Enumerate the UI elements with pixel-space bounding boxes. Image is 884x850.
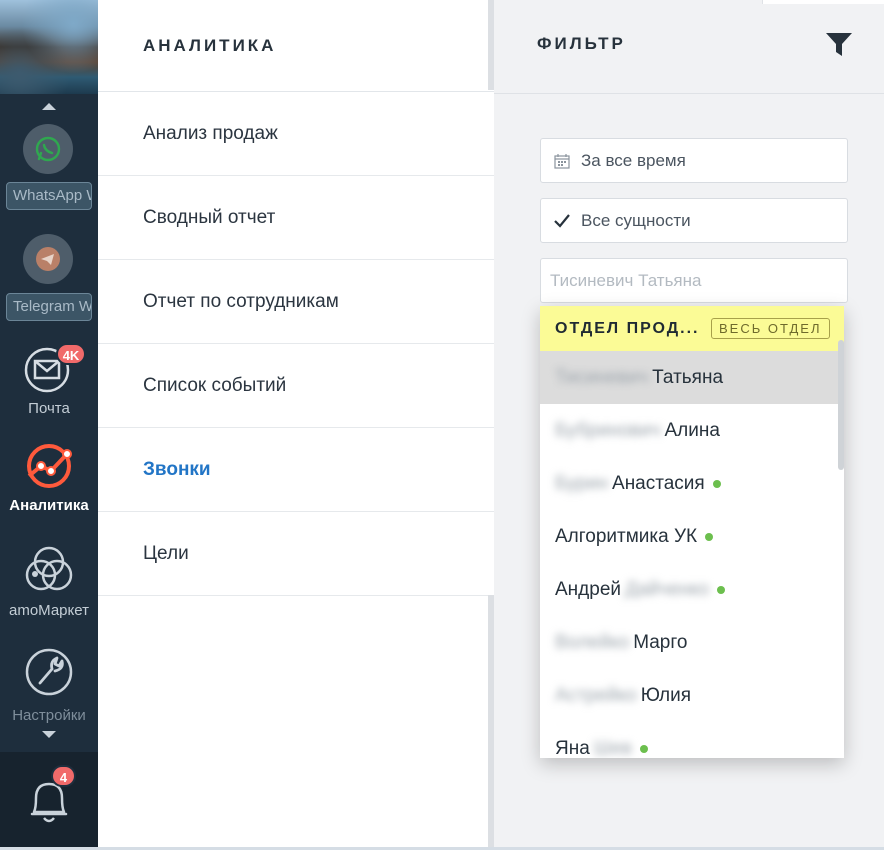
settings-icon[interactable]: [22, 645, 76, 699]
select-whole-department-button[interactable]: ВЕСЬ ОТДЕЛ: [711, 318, 830, 339]
whatsapp-widget-label[interactable]: WhatsApp W: [6, 182, 92, 210]
menu-item-events-list[interactable]: Список событий: [98, 344, 494, 428]
scroll-up-arrow-icon[interactable]: [42, 103, 56, 110]
user-last-name-blurred: Бубринович: [555, 419, 661, 441]
notifications-area[interactable]: 4: [0, 752, 98, 850]
notifications-badge: 4: [51, 765, 76, 787]
telegram-widget-label[interactable]: Telegram W: [6, 293, 92, 321]
department-name: ОТДЕЛ ПРОД...: [555, 319, 700, 337]
mail-unread-badge: 4K: [56, 343, 86, 365]
online-status-dot: [717, 585, 726, 594]
left-sidebar: WhatsApp W Telegram W 4K Почта Аналитика…: [0, 0, 98, 850]
user-name: Алгоритмика УК: [555, 525, 698, 547]
user-last-name-blurred: Дайченко: [625, 578, 710, 600]
filter-title: ФИЛЬТР: [537, 34, 626, 53]
user-name: Марго: [633, 631, 688, 653]
entities-select[interactable]: Все сущности: [540, 198, 848, 243]
nav-mail-label[interactable]: Почта: [0, 400, 98, 417]
period-select[interactable]: За все время: [540, 138, 848, 183]
menu-title: АНАЛИТИКА: [143, 35, 277, 55]
user-dropdown: ОТДЕЛ ПРОД... ВЕСЬ ОТДЕЛ Тисиневич Татья…: [540, 306, 844, 758]
menu-item-goals[interactable]: Цели: [98, 512, 494, 596]
account-cover-image[interactable]: [0, 0, 98, 94]
user-last-name-blurred: Астрейко: [555, 684, 637, 706]
nav-settings-label[interactable]: Настройки: [0, 707, 98, 724]
user-search-field[interactable]: [540, 258, 848, 303]
analytics-icon[interactable]: [22, 442, 76, 496]
user-list-item[interactable]: Волейко Марго: [540, 616, 844, 669]
online-status-dot: [639, 744, 648, 753]
department-row[interactable]: ОТДЕЛ ПРОД... ВЕСЬ ОТДЕЛ: [540, 306, 844, 351]
scroll-down-arrow-icon[interactable]: [42, 731, 56, 738]
filter-panel: ФИЛЬТР За все время Все сущности Тисинев…: [494, 0, 884, 850]
menu-item-sales-analysis[interactable]: Анализ продаж: [98, 92, 494, 176]
whatsapp-icon: [35, 136, 61, 162]
user-last-name-blurred: Тисиневич: [555, 366, 649, 388]
online-status-dot: [712, 479, 721, 488]
checkmark-icon: [553, 212, 571, 230]
nav-market-label[interactable]: amoМаркет: [0, 602, 98, 619]
user-name: Анастасия: [612, 472, 705, 494]
user-list-item[interactable]: Бубринович Алина: [540, 404, 844, 457]
user-last-name-blurred: Волейко: [555, 631, 630, 653]
user-list-item[interactable]: Тисиневич Татьяна: [540, 351, 844, 404]
user-name: Алина: [664, 419, 720, 441]
nav-analytics-label[interactable]: Аналитика: [0, 497, 98, 514]
user-last-name-blurred: Бурин: [555, 472, 609, 494]
user-list-item[interactable]: Яна Шев: [540, 722, 844, 758]
telegram-widget-button[interactable]: [23, 234, 73, 284]
market-icon[interactable]: [22, 542, 76, 596]
user-name: Татьяна: [652, 366, 724, 388]
menu-item-calls[interactable]: Звонки: [98, 428, 494, 512]
user-name: Юлия: [640, 684, 692, 706]
filter-funnel-icon[interactable]: [824, 30, 854, 58]
filter-header: ФИЛЬТР: [494, 0, 884, 94]
entities-value: Все сущности: [581, 210, 691, 230]
analytics-menu-panel: АНАЛИТИКА Анализ продаж Сводный отчет От…: [98, 0, 494, 850]
user-list-item[interactable]: Алгоритмика УК: [540, 510, 844, 563]
menu-item-employee-report[interactable]: Отчет по сотрудникам: [98, 260, 494, 344]
menu-header: АНАЛИТИКА: [98, 0, 494, 92]
user-search-input[interactable]: [550, 270, 830, 291]
whatsapp-widget-button[interactable]: [23, 124, 73, 174]
online-status-dot: [705, 532, 714, 541]
telegram-icon: [36, 247, 60, 271]
menu-item-summary-report[interactable]: Сводный отчет: [98, 176, 494, 260]
user-list-item[interactable]: Астрейко Юлия: [540, 669, 844, 722]
user-first-name: Яна: [555, 737, 590, 759]
user-last-name-blurred: Шев: [593, 737, 632, 759]
dropdown-scrollbar[interactable]: [838, 340, 844, 470]
user-list-item[interactable]: Андрей Дайченко: [540, 563, 844, 616]
user-first-name: Андрей: [555, 578, 621, 600]
user-list-item[interactable]: Бурин Анастасия: [540, 457, 844, 510]
calendar-icon: [553, 152, 571, 170]
period-value: За все время: [581, 150, 686, 170]
